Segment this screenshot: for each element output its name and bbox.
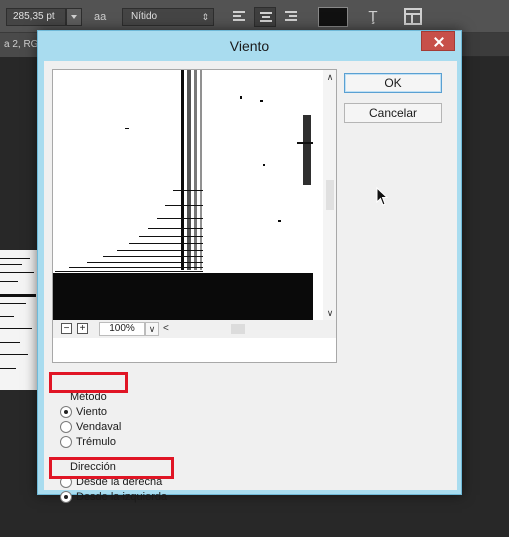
document-canvas: [0, 250, 38, 390]
method-option-viento[interactable]: Viento: [60, 405, 200, 419]
font-size-dropdown-icon[interactable]: [66, 8, 82, 26]
radio-button[interactable]: [60, 436, 72, 448]
preview-controls: − + 100% ∨ <: [53, 320, 336, 338]
zoom-dropdown-icon[interactable]: ∨: [145, 322, 159, 336]
zoom-field[interactable]: 100%: [99, 322, 145, 336]
scroll-up-icon[interactable]: ∧: [325, 72, 335, 82]
scroll-down-icon[interactable]: ∨: [325, 308, 335, 318]
close-icon[interactable]: [421, 31, 455, 51]
radio-label: Trémulo: [76, 436, 116, 448]
scroll-thumb[interactable]: [326, 180, 334, 210]
warp-text-icon[interactable]: Ţ: [362, 6, 384, 28]
options-bar: 285,35 pt aa Nítido Ţ: [0, 0, 509, 33]
horizontal-scroll-thumb[interactable]: [231, 324, 245, 334]
radio-label: Viento: [76, 406, 107, 418]
cancel-button[interactable]: Cancelar: [344, 103, 442, 123]
radio-button[interactable]: [60, 406, 72, 418]
radio-label: Desde la izquierda: [76, 491, 168, 503]
antialias-select[interactable]: Nítido: [122, 8, 214, 26]
character-panels-icon[interactable]: [404, 8, 422, 25]
document-tab[interactable]: a 2, RG: [0, 33, 38, 57]
dialog-body: ∧ ∨ − + 100% ∨ < OK Cancelar Método Vien…: [44, 61, 457, 503]
preview-image: [53, 70, 323, 320]
method-option-tremulo[interactable]: Trémulo: [60, 435, 200, 449]
align-center-icon[interactable]: [254, 7, 276, 27]
mouse-cursor-icon: [376, 187, 389, 206]
scroll-left-icon[interactable]: <: [163, 322, 173, 336]
preview-vertical-scrollbar[interactable]: ∧ ∨: [323, 70, 336, 320]
zoom-in-icon[interactable]: +: [77, 323, 88, 334]
wind-dialog: Viento ∧ ∨ − + 100% ∨ < OK Cancelar Méto…: [37, 30, 462, 503]
align-left-icon[interactable]: [228, 7, 250, 27]
radio-label: Vendaval: [76, 421, 122, 433]
direction-option-left[interactable]: Desde la izquierda: [60, 490, 200, 504]
highlight-box-direction: [49, 457, 174, 479]
radio-button[interactable]: [60, 421, 72, 433]
zoom-out-icon[interactable]: −: [61, 323, 72, 334]
dialog-title: Viento: [229, 38, 270, 54]
font-size-field[interactable]: 285,35 pt: [6, 8, 66, 26]
highlight-box-method: [49, 372, 128, 393]
radio-button[interactable]: [60, 491, 72, 503]
ok-button[interactable]: OK: [344, 73, 442, 93]
text-color-swatch[interactable]: [318, 7, 348, 27]
antialias-icon: aa: [94, 11, 107, 23]
method-option-vendaval[interactable]: Vendaval: [60, 420, 200, 434]
filter-preview[interactable]: ∧ ∨ − + 100% ∨ <: [52, 69, 337, 363]
align-right-icon[interactable]: [280, 7, 302, 27]
